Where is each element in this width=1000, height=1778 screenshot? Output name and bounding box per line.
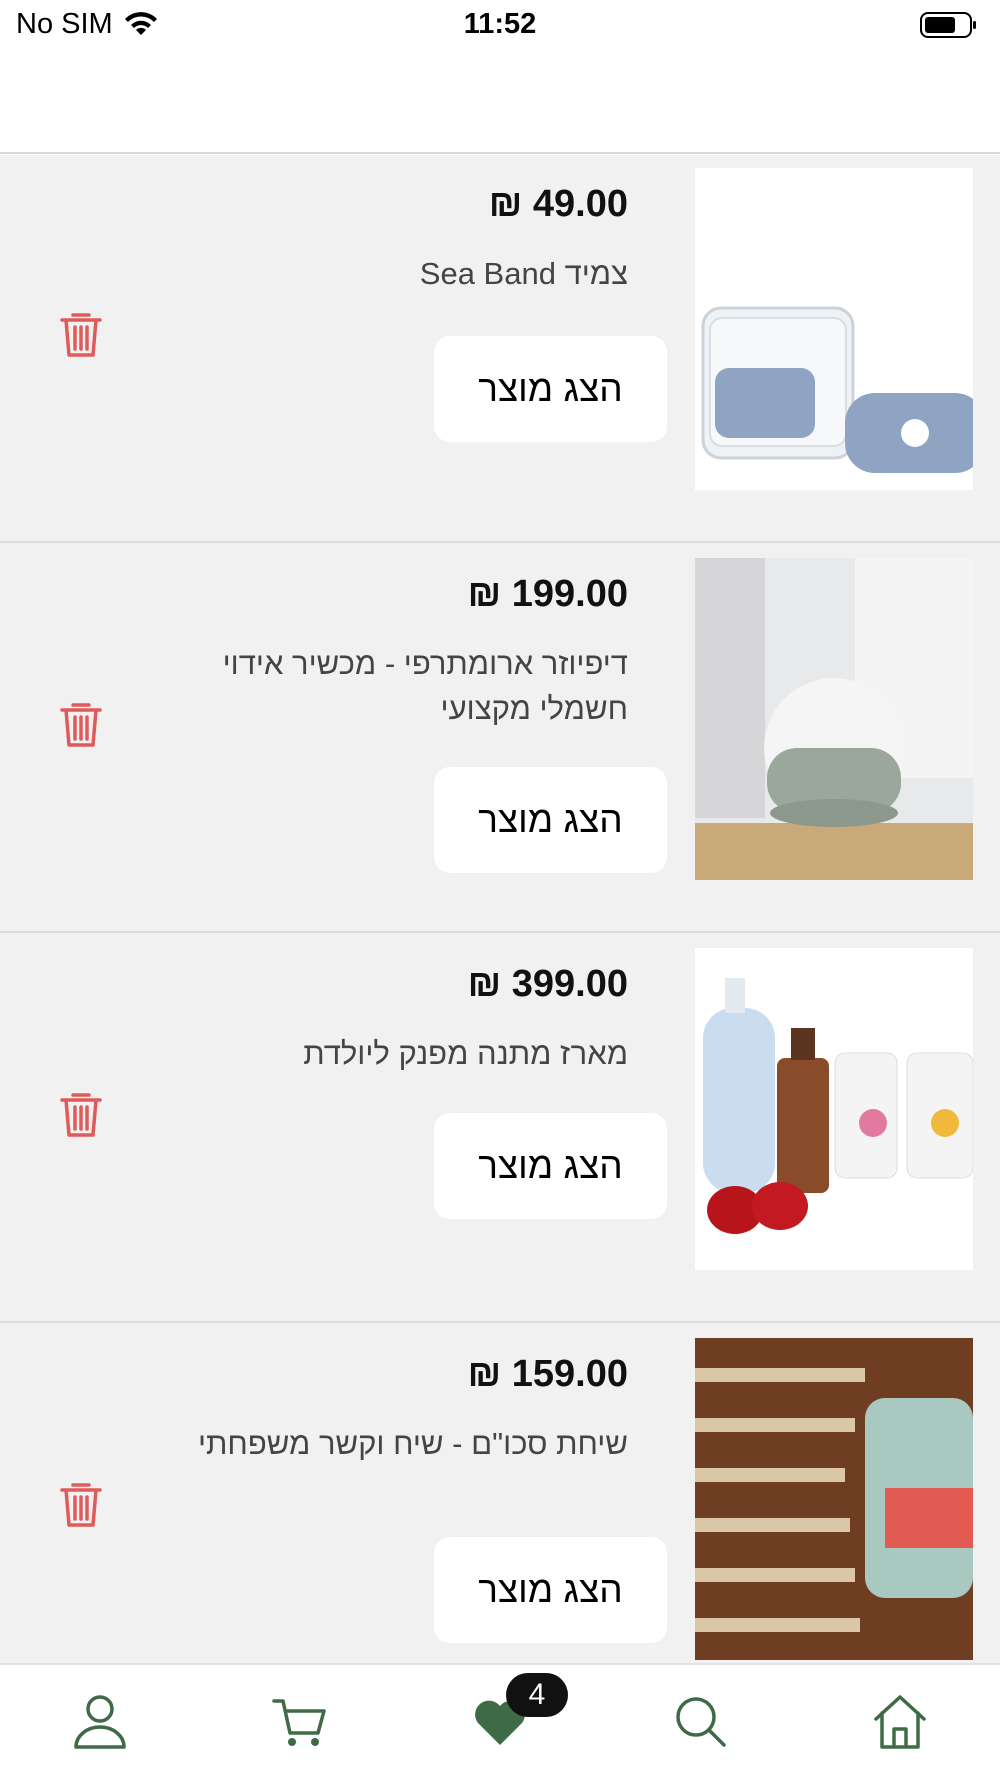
product-title: מארז מתנה מפנק ליולדת xyxy=(303,1036,628,1071)
view-product-button[interactable]: הצג מוצר xyxy=(434,1537,667,1643)
profile-icon[interactable] xyxy=(70,1691,130,1751)
view-product-button[interactable]: הצג מוצר xyxy=(434,1113,667,1219)
product-title: צמיד Sea Band xyxy=(419,256,628,291)
trash-icon[interactable] xyxy=(58,1089,104,1139)
trash-icon[interactable] xyxy=(58,699,104,749)
list-item: ₪ 49.00 צמיד Sea Band הצג מוצר xyxy=(0,155,1000,543)
search-icon[interactable] xyxy=(670,1691,730,1751)
product-price: ₪ 399.00 xyxy=(467,963,628,1005)
product-image[interactable] xyxy=(695,558,973,880)
tab-bar: 4 xyxy=(0,1663,1000,1778)
list-item: ₪ 199.00 דיפיוזר ארומתרפי - מכשיר אידוי … xyxy=(0,545,1000,933)
favorites-count-badge: 4 xyxy=(506,1673,568,1717)
view-product-button[interactable]: הצג מוצר xyxy=(434,767,667,873)
list-item: ₪ 399.00 מארז מתנה מפנק ליולדת הצג מוצר xyxy=(0,935,1000,1323)
product-price: ₪ 159.00 xyxy=(467,1353,628,1395)
product-price: ₪ 199.00 xyxy=(467,573,628,615)
cart-icon[interactable] xyxy=(270,1691,330,1751)
product-image[interactable] xyxy=(695,1338,973,1660)
battery-icon xyxy=(920,12,976,38)
product-title: דיפיוזר ארומתרפי - מכשיר אידוי חשמלי מקצ… xyxy=(222,646,628,726)
product-price: ₪ 49.00 xyxy=(488,183,628,225)
home-icon[interactable] xyxy=(870,1691,930,1751)
status-time: 11:52 xyxy=(463,8,537,40)
list-item: ₪ 159.00 שיחת סכו"ם - שיח וקשר משפחתי הצ… xyxy=(0,1325,1000,1663)
status-bar: No SIM 11:52 xyxy=(0,0,1000,50)
header-bar xyxy=(0,50,1000,154)
product-title: שיחת סכו"ם - שיח וקשר משפחתי xyxy=(197,1426,628,1461)
product-image[interactable] xyxy=(695,168,973,490)
view-product-button[interactable]: הצג מוצר xyxy=(434,336,667,442)
product-image[interactable] xyxy=(695,948,973,1270)
trash-icon[interactable] xyxy=(58,309,104,359)
favorites-list[interactable]: ₪ 49.00 צמיד Sea Band הצג מוצר ₪ 199.00 … xyxy=(0,155,1000,1663)
trash-icon[interactable] xyxy=(58,1479,104,1529)
